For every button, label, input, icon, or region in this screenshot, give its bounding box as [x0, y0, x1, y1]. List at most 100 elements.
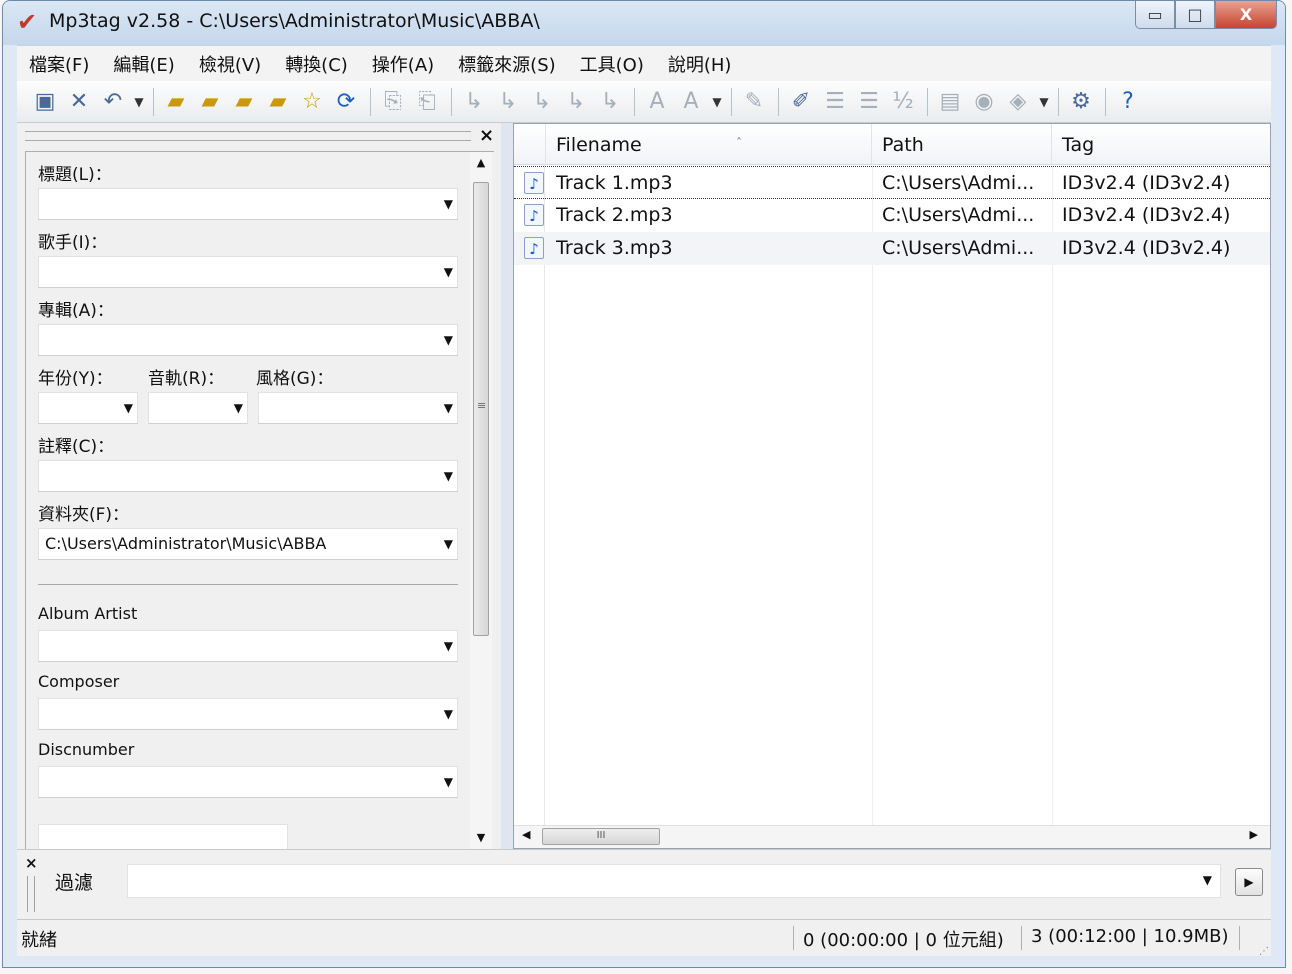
- scroll-thumb[interactable]: ≡: [473, 182, 489, 636]
- filter-apply-button[interactable]: ▶: [1235, 868, 1263, 896]
- help-icon[interactable]: ?: [1112, 86, 1144, 118]
- open-folder-icon[interactable]: ▰: [160, 86, 192, 118]
- column-header-path[interactable]: Path: [872, 124, 1052, 164]
- export-icon[interactable]: ✐: [785, 86, 817, 118]
- menu-tag-sources[interactable]: 標籤來源(S): [446, 51, 567, 77]
- column-header-filename[interactable]: Filename ˆ: [546, 124, 872, 164]
- table-row[interactable]: ♪ Track 3.mp3 C:\Users\Admi... ID3v2.4 (…: [514, 232, 1270, 265]
- scroll-up-icon[interactable]: ▲: [470, 156, 492, 169]
- actions-dropdown-icon[interactable]: ▼: [709, 95, 725, 109]
- autonumber-wizard-icon[interactable]: ✎: [738, 86, 770, 118]
- copy-tag-icon[interactable]: ⎘: [377, 86, 409, 118]
- filename-filename-icon[interactable]: ↳: [594, 86, 626, 118]
- refresh-icon[interactable]: ⟳: [330, 86, 362, 118]
- save-icon[interactable]: ▣: [29, 86, 61, 118]
- album-field[interactable]: ▼: [38, 324, 458, 356]
- extra-field[interactable]: [38, 824, 288, 850]
- artist-field[interactable]: ▼: [38, 256, 458, 288]
- scroll-down-icon[interactable]: ▼: [470, 831, 492, 844]
- folder-label: 資料夾(F)：: [38, 505, 130, 525]
- filter-input[interactable]: ▼: [127, 864, 1221, 898]
- composer-field[interactable]: ▼: [38, 698, 458, 730]
- web-sources-dropdown-icon[interactable]: ▼: [1036, 95, 1052, 109]
- menu-convert[interactable]: 轉換(C): [273, 51, 360, 77]
- remove-tag-icon[interactable]: ✕: [63, 86, 95, 118]
- amazon-icon[interactable]: ▤: [934, 86, 966, 118]
- folder-field[interactable]: C:\Users\Administrator\Music\ABBA ▼: [38, 528, 458, 560]
- chevron-down-icon[interactable]: ▼: [444, 265, 453, 279]
- chevron-down-icon[interactable]: ▼: [444, 469, 453, 483]
- hscroll-thumb[interactable]: III: [542, 828, 660, 845]
- chevron-down-icon[interactable]: ▼: [444, 639, 453, 653]
- playlist-icon[interactable]: ▰: [228, 86, 260, 118]
- freedb-icon[interactable]: ½: [887, 86, 919, 118]
- chevron-down-icon[interactable]: ▼: [234, 401, 243, 415]
- path-cell: C:\Users\Admi...: [882, 204, 1035, 226]
- actions-icon[interactable]: A: [641, 86, 673, 118]
- file-list-hscrollbar[interactable]: ◀ III ▶: [514, 825, 1270, 848]
- actions-quick-icon[interactable]: A: [675, 86, 707, 118]
- menu-edit[interactable]: 編輯(E): [101, 51, 186, 77]
- comment-field[interactable]: ▼: [38, 460, 458, 492]
- options-icon[interactable]: ⚙: [1065, 86, 1097, 118]
- scroll-left-icon[interactable]: ◀: [522, 828, 530, 841]
- title-field[interactable]: ▼: [38, 188, 458, 220]
- column-header-icon[interactable]: [514, 124, 546, 164]
- resize-grip-icon[interactable]: ⋰: [1259, 947, 1269, 957]
- menu-help[interactable]: 說明(H): [656, 51, 744, 77]
- comment-label: 註釋(C)：: [38, 437, 115, 457]
- chevron-down-icon[interactable]: ▼: [444, 775, 453, 789]
- content-area: × 標題(L)： ▼ 歌手(I)： ▼ 專輯(A)： ▼ 年份(Y)： 音軌(R…: [17, 123, 1271, 850]
- filename-tag-icon[interactable]: ↳: [492, 86, 524, 118]
- undo-icon[interactable]: ↶: [97, 86, 129, 118]
- track-field[interactable]: ▼: [148, 392, 248, 424]
- tag-tag-icon[interactable]: ↳: [560, 86, 592, 118]
- text-tag-icon[interactable]: ↳: [526, 86, 558, 118]
- panel-splitter[interactable]: [501, 123, 513, 849]
- title-bar[interactable]: ✔ Mp3tag v2.58 - C:\Users\Administrator\…: [3, 1, 1285, 45]
- menu-actions[interactable]: 操作(A): [360, 51, 446, 77]
- discnumber-field[interactable]: ▼: [38, 766, 458, 798]
- music-file-icon: ♪: [524, 237, 544, 259]
- column-header-tag[interactable]: Tag: [1052, 124, 1285, 164]
- menu-file[interactable]: 檔案(F): [17, 51, 101, 77]
- add-folder-icon[interactable]: ▰: [194, 86, 226, 118]
- status-total: 3 (00:12:00 | 10.9MB): [1031, 926, 1229, 947]
- music-file-icon: ♪: [524, 204, 544, 226]
- scroll-right-icon[interactable]: ▶: [1250, 828, 1258, 841]
- year-field[interactable]: ▼: [38, 392, 138, 424]
- discogs-icon[interactable]: ◈: [1002, 86, 1034, 118]
- chevron-down-icon[interactable]: ▼: [444, 537, 453, 551]
- tag-filename-icon[interactable]: ↳: [458, 86, 490, 118]
- paste-tag-icon[interactable]: ⎗: [411, 86, 443, 118]
- close-button[interactable]: X: [1215, 1, 1277, 29]
- album-artist-label: Album Artist: [38, 604, 138, 623]
- table-row[interactable]: ♪ Track 1.mp3 C:\Users\Admi... ID3v2.4 (…: [514, 166, 1270, 199]
- chevron-down-icon[interactable]: ▼: [444, 401, 453, 415]
- table-row[interactable]: ♪ Track 2.mp3 C:\Users\Admi... ID3v2.4 (…: [514, 199, 1270, 232]
- playlist-create-icon[interactable]: ☰: [819, 86, 851, 118]
- chevron-down-icon[interactable]: ▼: [444, 197, 453, 211]
- chevron-down-icon[interactable]: ▼: [1203, 873, 1212, 887]
- minimize-button[interactable]: ▭: [1135, 1, 1175, 29]
- maximize-button[interactable]: □: [1175, 1, 1215, 29]
- album-artist-field[interactable]: ▼: [38, 630, 458, 662]
- tag-panel-scrollbar[interactable]: ▲ ≡ ▼: [470, 152, 492, 850]
- toolbar-separator: [927, 87, 928, 116]
- chevron-down-icon[interactable]: ▼: [444, 333, 453, 347]
- favorite-folder-icon[interactable]: ▰: [262, 86, 294, 118]
- undo-dropdown-icon[interactable]: ▼: [131, 95, 147, 109]
- genre-field[interactable]: ▼: [258, 392, 458, 424]
- filter-close-icon[interactable]: ×: [25, 854, 38, 872]
- menu-view[interactable]: 檢視(V): [187, 51, 273, 77]
- tag-sources-icon[interactable]: ☰: [853, 86, 885, 118]
- filter-grip[interactable]: [27, 876, 35, 912]
- favorites-star-icon[interactable]: ☆: [296, 86, 328, 118]
- menu-tools[interactable]: 工具(O): [568, 51, 656, 77]
- musicbrainz-icon[interactable]: ◉: [968, 86, 1000, 118]
- panel-grip[interactable]: [25, 131, 471, 141]
- panel-close-icon[interactable]: ×: [479, 125, 494, 146]
- chevron-down-icon[interactable]: ▼: [124, 401, 133, 415]
- chevron-down-icon[interactable]: ▼: [444, 707, 453, 721]
- status-bar: 就緒 0 (00:00:00 | 0 位元組) 3 (00:12:00 | 10…: [17, 919, 1271, 957]
